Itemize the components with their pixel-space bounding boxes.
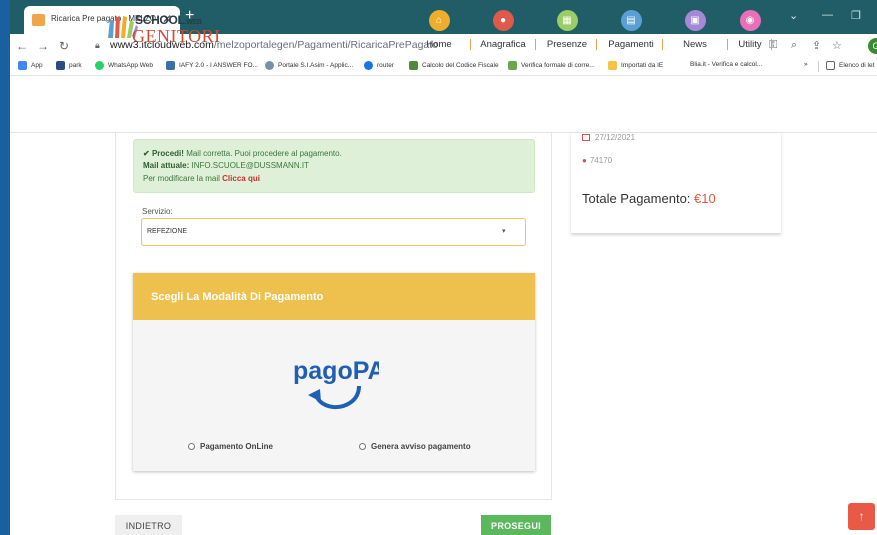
profile-avatar[interactable]: G (868, 38, 877, 54)
codice-fiscale-icon (409, 61, 418, 70)
apps-grid-icon (18, 61, 27, 70)
radio-genera-avviso[interactable]: Genera avviso pagamento (359, 442, 471, 451)
nav-news[interactable]: ▣ News (680, 10, 710, 50)
success-alert: ✔ Procedi! Mail corretta. Puoi procedere… (133, 139, 535, 193)
person-icon: ● (582, 156, 587, 165)
nav-utility[interactable]: ◉ Utility (734, 10, 766, 50)
bookmark-reading-list[interactable]: Elenco di let (826, 61, 874, 70)
bookmark-whatsapp[interactable]: WhatsApp Web (95, 61, 153, 70)
radio-pagamento-online[interactable]: Pagamento OnLine (188, 442, 273, 451)
bookmark-blia[interactable]: Blia.it - Verifica e calcol... (690, 61, 762, 68)
bookmark-park[interactable]: park (56, 61, 82, 70)
servizio-select[interactable]: REFEZIONE ▾ (141, 218, 526, 246)
bookmark-portale[interactable]: Portale S.I.Asim - Applic... (265, 61, 353, 70)
iafy-icon (166, 61, 175, 70)
nav-separator (662, 39, 663, 50)
modify-mail-link[interactable]: Clicca qui (222, 174, 260, 183)
alert-modify-line: Per modificare la mail Clicca qui (143, 174, 260, 183)
scroll-top-button[interactable]: ↑ (848, 503, 875, 530)
pagopa-logo-icon: pagoPA (293, 357, 379, 410)
nav-anagrafica[interactable]: ● Anagrafica (478, 10, 528, 50)
maximize-icon[interactable]: ❐ (851, 9, 861, 22)
alert-mail-line: Mail attuale: INFO.SCUOLE@DUSSMANN.IT (143, 161, 309, 170)
share-icon[interactable]: ⇪ (812, 39, 821, 52)
bookmark-verifica[interactable]: Verifica formale di corre... (508, 61, 595, 70)
chevron-down-icon: ▾ (502, 228, 506, 235)
servizio-label: Servizio: (142, 207, 173, 216)
summary-code: ● 74170 (582, 156, 613, 165)
calendar-icon: ▦ (556, 10, 578, 31)
bookmarks-more-icon[interactable]: » (804, 61, 808, 68)
nav-label: Presenze (546, 39, 588, 50)
nav-pagamenti[interactable]: ▤ Pagamenti (606, 10, 656, 50)
calendar-icon (582, 134, 590, 141)
nav-separator (470, 39, 471, 50)
back-arrow-icon[interactable]: ← (16, 39, 28, 53)
reload-icon[interactable]: ↻ (59, 39, 69, 53)
back-button[interactable]: INDIETRO (115, 515, 182, 535)
router-icon (364, 61, 373, 70)
bookmark-codice-fiscale[interactable]: Calcolo del Codice Fiscale (409, 61, 499, 70)
minimize-icon[interactable]: — (822, 9, 833, 21)
globe-icon (265, 61, 274, 70)
eye-icon: ◉ (739, 10, 761, 31)
verifica-icon (508, 61, 517, 70)
nav-label: Anagrafica (480, 39, 526, 50)
alert-proceed-line: ✔ Procedi! Mail corretta. Puoi procedere… (143, 149, 342, 158)
nav-separator (596, 39, 597, 50)
payment-card-header: Scegli La Modalità Di Pagamento (133, 273, 535, 320)
nav-presenze[interactable]: ▦ Presenze (545, 10, 589, 50)
servizio-selected-value: REFEZIONE (147, 228, 188, 235)
logo-genitori-text: GENITORI (132, 26, 221, 46)
radio-circle (359, 443, 366, 450)
nav-separator (771, 39, 772, 50)
bookmark-apps[interactable]: App (18, 61, 43, 70)
bookmark-router[interactable]: router (364, 61, 394, 70)
nav-separator (727, 39, 728, 50)
payment-method-card: Scegli La Modalità Di Pagamento pagoPA P… (133, 273, 535, 471)
tab-favicon-icon (32, 14, 45, 26)
total-amount: €10 (694, 191, 716, 206)
star-icon[interactable]: ☆ (832, 39, 842, 52)
next-button[interactable]: PROSEGUI (481, 515, 551, 535)
nav-label: Utility (738, 39, 762, 50)
news-icon: ▣ (684, 10, 706, 31)
summary-date: 27/12/2021 (582, 133, 635, 142)
check-icon: ✔ (143, 149, 150, 158)
reading-list-icon (826, 61, 835, 70)
nav-home[interactable]: ⌂ Home (424, 10, 454, 50)
zoom-icon[interactable]: ⌕ (791, 39, 797, 52)
lock-icon[interactable]: 🔒︎ (95, 40, 100, 51)
home-icon: ⌂ (428, 10, 450, 31)
bookmarks-bar: App park WhatsApp Web IAFY 2.0 - I ANSWE… (10, 58, 877, 76)
bookmark-iafy[interactable]: IAFY 2.0 - I ANSWER FO... (166, 61, 258, 70)
summary-total: Totale Pagamento: €10 (582, 191, 716, 206)
whatsapp-icon (95, 61, 104, 70)
payment-summary-card: 27/12/2021 ● 74170 Totale Pagamento: €10 (571, 133, 781, 233)
chevron-down-icon[interactable]: ⌄ (789, 9, 798, 22)
nav-separator (535, 39, 536, 50)
card-icon: ▤ (620, 10, 642, 31)
bookmark-folder-ie[interactable]: Importati da IE (608, 61, 663, 70)
user-icon: ● (492, 10, 514, 31)
nav-label: News (683, 39, 707, 50)
radio-circle (188, 443, 195, 450)
folder-icon (608, 61, 617, 70)
window-frame-left (0, 0, 10, 535)
nav-label: Home (426, 39, 452, 50)
payment-card-title: Scegli La Modalità Di Pagamento (151, 291, 324, 303)
pagopa-logo-text: pagoPA (293, 357, 379, 385)
nav-label: Pagamenti (608, 39, 654, 50)
bookmarks-divider (818, 61, 819, 72)
park-icon (56, 61, 65, 70)
forward-arrow-icon[interactable]: → (37, 39, 49, 53)
logo-school-text: SCHOOL.WEB (135, 13, 202, 27)
site-header (10, 76, 877, 133)
